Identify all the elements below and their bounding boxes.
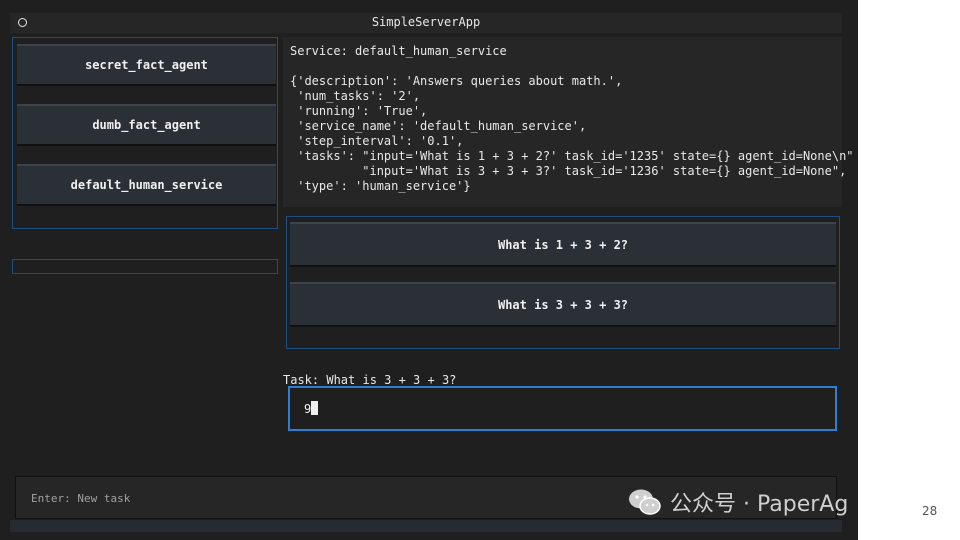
agent-button-default-human-service[interactable]: default_human_service <box>17 164 276 206</box>
status-bar <box>10 520 842 532</box>
task-button-1235[interactable]: What is 1 + 3 + 2? <box>290 222 836 267</box>
agent-list: secret_fact_agent dumb_fact_agent defaul… <box>12 37 278 229</box>
service-details: {'description': 'Answers queries about m… <box>290 74 854 193</box>
text-cursor <box>311 401 319 415</box>
answer-input[interactable]: 9 <box>288 386 837 431</box>
watermark-text: 公众号 · PaperAgent <box>670 492 848 517</box>
answer-input-value: 9 <box>304 401 319 416</box>
current-task-label: Task: What is 3 + 3 + 3? <box>283 373 457 387</box>
window-title: SimpleServerApp <box>371 15 481 29</box>
service-heading: Service: default_human_service <box>290 44 507 58</box>
agent-button-secret-fact[interactable]: secret_fact_agent <box>17 44 276 86</box>
agent-button-dumb-fact[interactable]: dumb_fact_agent <box>17 104 276 146</box>
watermark: 公众号 · PaperAgent <box>628 486 848 518</box>
sidebar-secondary-list <box>12 259 278 274</box>
service-info-panel: Service: default_human_service {'descrip… <box>283 37 854 207</box>
slide-page-number: 28 <box>922 504 938 518</box>
task-button-1236[interactable]: What is 3 + 3 + 3? <box>290 282 836 327</box>
task-list: What is 1 + 3 + 2? What is 3 + 3 + 3? <box>286 216 840 349</box>
app-window: SimpleServerApp secret_fact_agent dumb_f… <box>0 0 858 540</box>
wechat-icon <box>629 489 661 515</box>
new-task-placeholder: Enter: New task <box>31 492 131 505</box>
title-bar: SimpleServerApp <box>10 13 842 33</box>
